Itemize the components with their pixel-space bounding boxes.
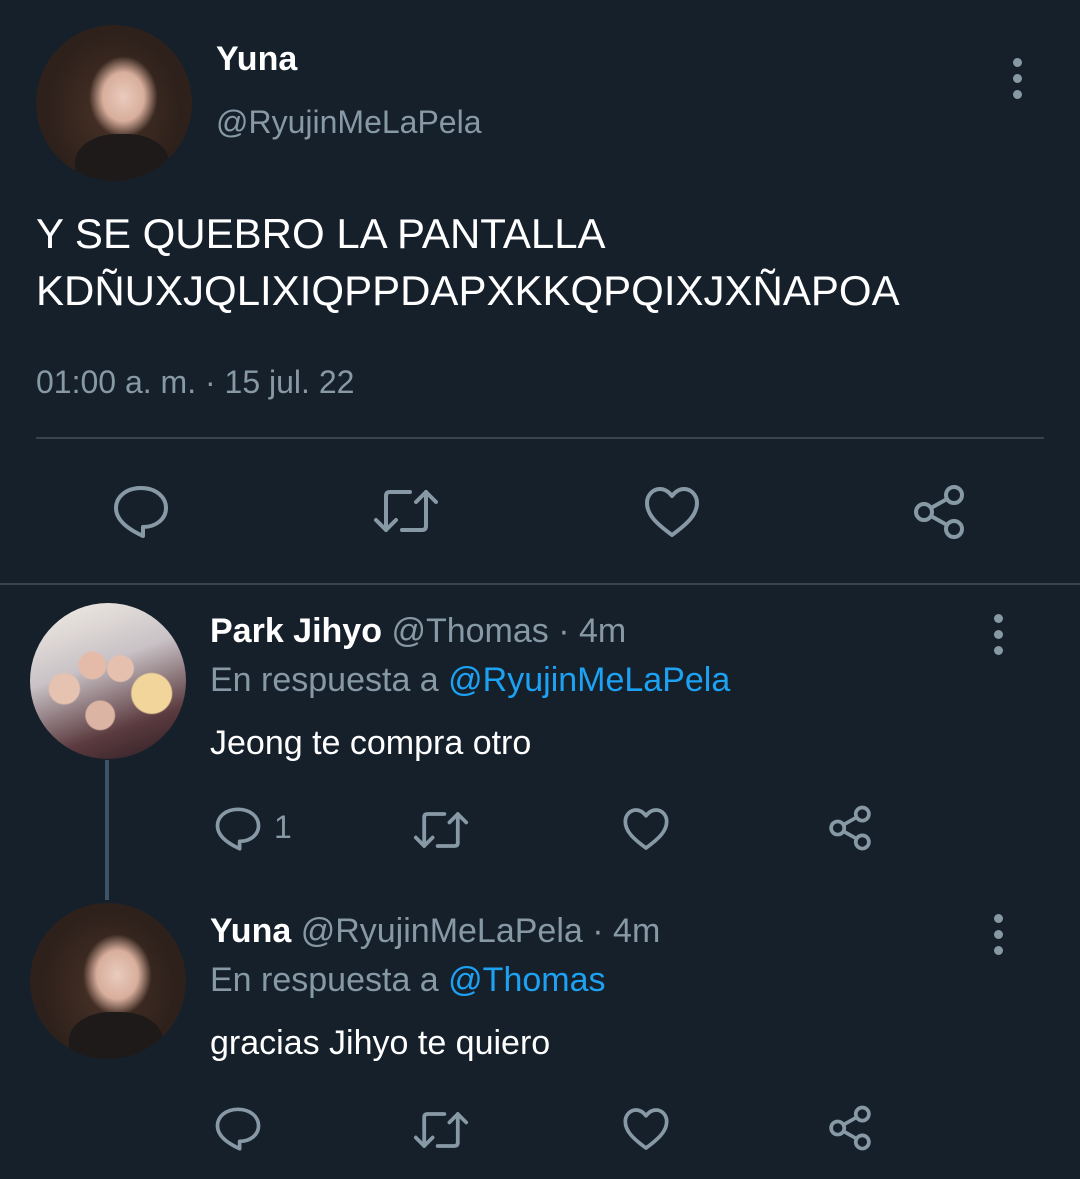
retweet-icon[interactable] <box>412 1109 470 1151</box>
reply-time: 4m <box>579 612 627 650</box>
author-handle[interactable]: @RyujinMeLaPela <box>216 104 482 141</box>
avatar[interactable] <box>36 25 192 181</box>
reply-text: gracias Jihyo te quiero <box>210 1024 551 1062</box>
replying-to-label: En respuesta a <box>210 961 439 999</box>
tweet-text-line: Y SE QUEBRO LA PANTALLA <box>36 210 606 257</box>
replying-to: En respuesta a @Thomas <box>210 961 606 1000</box>
avatar[interactable] <box>30 603 186 759</box>
author-handle[interactable]: @RyujinMeLaPela <box>301 912 583 950</box>
retweet-icon[interactable] <box>412 809 470 851</box>
share-icon[interactable] <box>826 805 874 851</box>
divider <box>36 437 1044 439</box>
author-name[interactable]: Park Jihyo <box>210 612 382 650</box>
more-options-icon[interactable] <box>1010 58 1024 99</box>
replying-to: En respuesta a @RyujinMeLaPela <box>210 661 730 700</box>
thread-connector <box>105 760 109 900</box>
tweet-text: Y SE QUEBRO LA PANTALLA KDÑUXJQLIXIQPPDA… <box>36 205 1046 319</box>
reply-header: Yuna @RyujinMeLaPela · 4m <box>210 912 660 951</box>
replying-to-label: En respuesta a <box>210 661 439 699</box>
reply-time: 4m <box>613 912 661 950</box>
reply-header: Park Jihyo @Thomas · 4m <box>210 612 626 651</box>
mention-link[interactable]: @Thomas <box>448 961 605 999</box>
author-name[interactable]: Yuna <box>210 912 291 950</box>
like-icon[interactable] <box>622 807 670 851</box>
share-icon[interactable] <box>910 484 968 540</box>
separator-dot: · <box>592 912 604 950</box>
like-icon[interactable] <box>643 486 701 538</box>
reply-icon[interactable] <box>112 484 170 540</box>
tweet-detail-page: Yuna @RyujinMeLaPela Y SE QUEBRO LA PANT… <box>0 0 1080 1179</box>
reply-text: Jeong te compra otro <box>210 724 532 762</box>
more-options-icon[interactable] <box>991 914 1005 955</box>
tweet-timestamp[interactable]: 01:00 a. m. · 15 jul. 22 <box>36 364 354 401</box>
divider <box>0 583 1080 585</box>
tweet-text-line: KDÑUXJQLIXIQPPDAPXKKQPQIXJXÑAPOA <box>36 267 900 314</box>
separator-dot: · <box>558 612 570 650</box>
reply-icon[interactable] <box>214 1106 262 1152</box>
more-options-icon[interactable] <box>991 614 1005 655</box>
mention-link[interactable]: @RyujinMeLaPela <box>448 661 730 699</box>
author-name[interactable]: Yuna <box>216 40 297 79</box>
share-icon[interactable] <box>826 1105 874 1151</box>
avatar[interactable] <box>30 903 186 1059</box>
reply-count: 1 <box>274 809 292 845</box>
reply-icon[interactable] <box>214 806 262 852</box>
like-icon[interactable] <box>622 1107 670 1151</box>
retweet-icon[interactable] <box>372 486 440 536</box>
author-handle[interactable]: @Thomas <box>391 612 548 650</box>
